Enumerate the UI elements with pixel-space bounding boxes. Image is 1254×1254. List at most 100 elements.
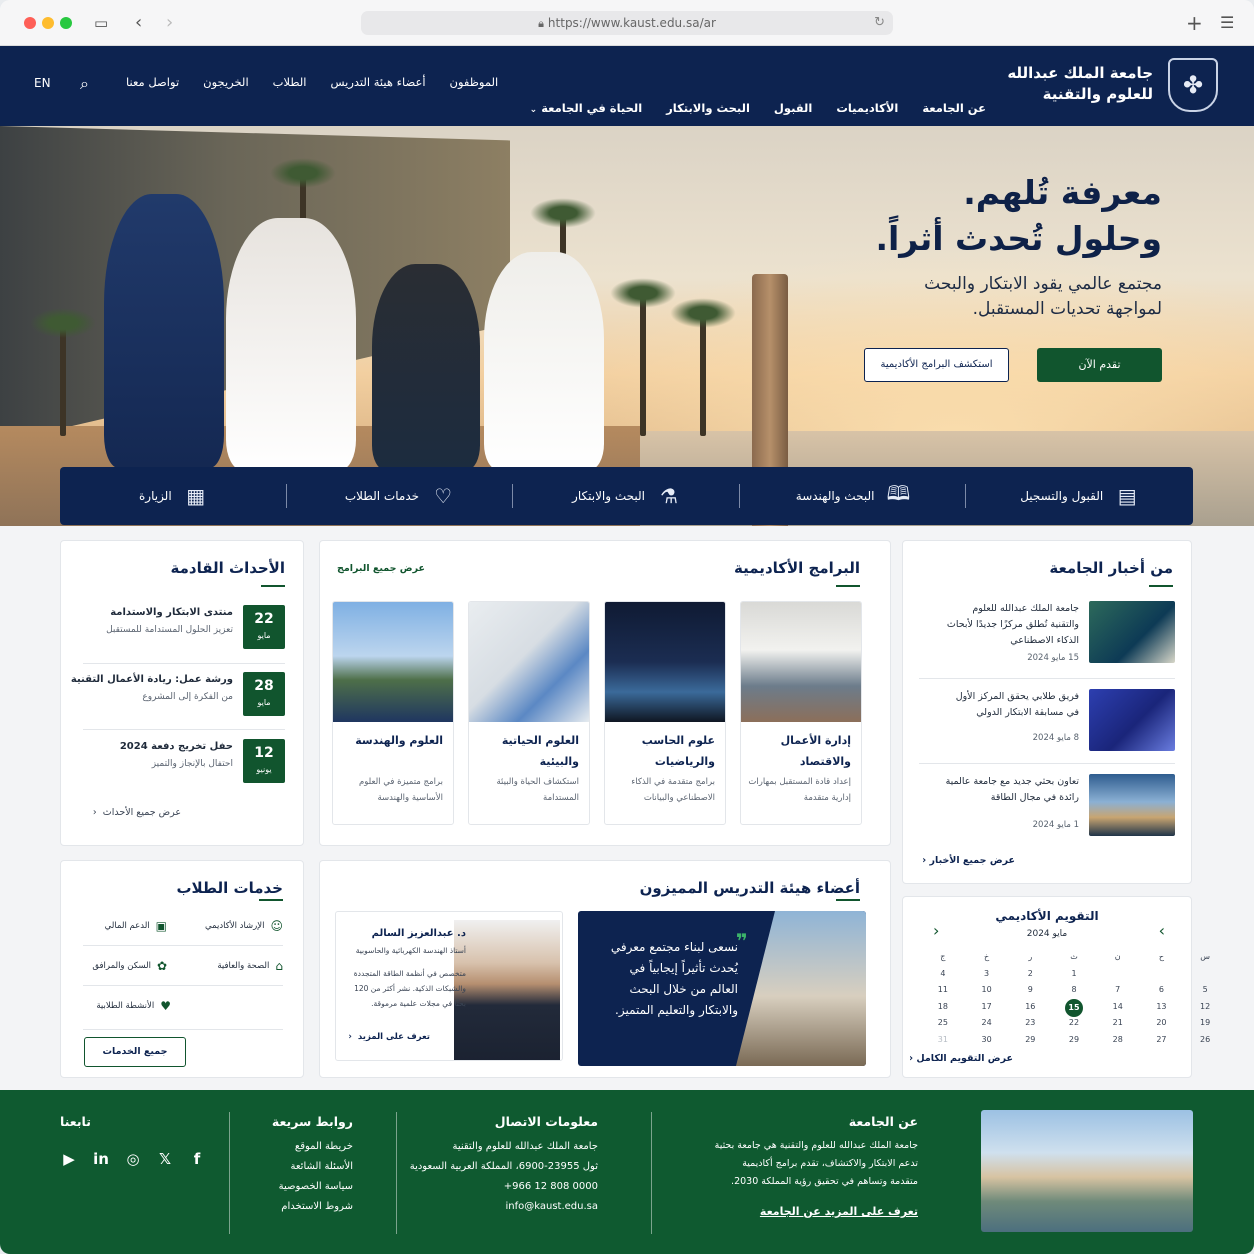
calendar-day[interactable]: 7 — [1096, 982, 1140, 999]
calendar-day[interactable]: 2 — [1008, 966, 1052, 983]
calendar-day[interactable]: 19 — [1183, 1015, 1227, 1032]
calendar-day[interactable]: 3 — [965, 966, 1009, 983]
language-switch[interactable]: EN — [34, 76, 51, 90]
university-logo[interactable]: ✤ — [1168, 58, 1218, 112]
footer-contact-phone[interactable]: +966 12 808 0000 — [410, 1177, 598, 1197]
brand-name[interactable]: جامعة الملك عبدالله للعلوم والتقنية — [963, 63, 1153, 105]
maximize-window-button[interactable] — [60, 17, 72, 29]
instagram-icon[interactable]: ◎ — [124, 1150, 142, 1168]
view-all-events-link[interactable]: عرض جميع الأحداث ‹ — [93, 807, 181, 818]
view-all-programs-link[interactable]: عرض جميع البرامج — [337, 563, 425, 574]
calendar-day[interactable]: 1 — [1052, 966, 1096, 983]
calendar-day[interactable]: 29 — [1052, 1032, 1096, 1049]
footer-contact-email[interactable]: info@kaust.edu.sa — [410, 1197, 599, 1217]
footer-link-sitemap[interactable]: خريطة الموقع — [279, 1137, 353, 1157]
faculty-profile[interactable]: د. عبدالعزيز السالم أستاذ الهندسة الكهرب… — [335, 911, 563, 1061]
calendar-day[interactable]: 22 — [1052, 1015, 1096, 1032]
footer-link-faq[interactable]: الأسئلة الشائعة — [279, 1157, 354, 1177]
calendar-day[interactable]: 31 — [921, 1032, 965, 1049]
calendar-day[interactable]: 5 — [1183, 982, 1227, 999]
event-item[interactable]: 28 مايو ورشة عمل: ريادة الأعمال التقنية … — [71, 672, 285, 722]
linkedin-icon[interactable]: in — [92, 1150, 110, 1168]
calendar-day[interactable]: 21 — [1096, 1015, 1140, 1032]
program-card[interactable]: العلوم والهندسة برامج متميزة في العلوم ا… — [332, 601, 454, 825]
calendar-day[interactable]: 10 — [965, 982, 1009, 999]
program-card[interactable]: العلوم الحياتية والبيئية استكشاف الحياة … — [468, 601, 590, 825]
news-item[interactable]: جامعة الملك عبدالله للعلوم والتقنية تُطل… — [919, 601, 1175, 667]
service-health[interactable]: ⌂ الصحة والعافية — [217, 959, 283, 973]
footer-link-privacy[interactable]: سياسة الخصوصية — [279, 1177, 353, 1197]
service-financial[interactable]: ▣ الدعم المالي — [105, 919, 167, 933]
service-housing[interactable]: ✿ السكن والمرافق — [92, 959, 167, 973]
calendar-day[interactable]: 26 — [1183, 1032, 1227, 1049]
calendar-day[interactable]: 28 — [1096, 1032, 1140, 1049]
x-icon[interactable]: 𝕏 — [156, 1150, 174, 1168]
calendar-day[interactable]: 16 — [1008, 999, 1052, 1016]
reload-icon[interactable]: ↻ — [874, 11, 885, 35]
service-advising[interactable]: ☺ الإرشاد الأكاديمي — [205, 919, 283, 933]
calendar-day[interactable]: 25 — [921, 1015, 965, 1032]
calendar-day[interactable]: 15 — [1052, 998, 1096, 1017]
sidebar-toggle-icon[interactable]: ▭ — [94, 12, 108, 34]
nav-admissions[interactable]: القبول — [774, 101, 812, 115]
news-item[interactable]: تعاون بحثي جديد مع جامعة عالمية رائدة في… — [919, 774, 1175, 840]
calendar-day[interactable]: 27 — [1140, 1032, 1184, 1049]
prev-month-icon[interactable]: ‹ — [933, 921, 939, 940]
calendar-day[interactable]: 18 — [921, 999, 965, 1016]
program-card[interactable]: علوم الحاسب والرياضيات برامج متقدمة في ا… — [604, 601, 726, 825]
calendar-day[interactable]: 23 — [1008, 1015, 1052, 1032]
quick-link-admissions[interactable]: ▤ القبول والتسجيل — [966, 467, 1193, 525]
quick-link-visit[interactable]: ▦ الزيارة — [60, 467, 287, 525]
calendar-day[interactable]: 8 — [1052, 982, 1096, 999]
event-title: حفل تخريج دفعة 2024 — [119, 741, 233, 752]
event-item[interactable]: 12 يونيو حفل تخريج دفعة 2024 احتفال بالإ… — [85, 739, 285, 789]
top-link-staff[interactable]: الموظفون — [450, 75, 499, 89]
top-link-students[interactable]: الطلاب — [273, 75, 307, 89]
search-icon[interactable]: ⌕ — [80, 74, 89, 94]
program-card[interactable]: إدارة الأعمال والاقتصاد إعداد قادة المست… — [740, 601, 862, 825]
view-all-news-link[interactable]: عرض جميع الأخبار ‹ — [922, 855, 1015, 866]
top-link-contact[interactable]: تواصل معنا — [126, 75, 179, 89]
footer-link-terms[interactable]: شروط الاستخدام — [279, 1197, 353, 1217]
calendar-day[interactable]: 11 — [921, 982, 965, 999]
news-item[interactable]: فريق طلابي يحقق المركز الأول في مسابقة ا… — [919, 689, 1175, 755]
youtube-icon[interactable]: ▶ — [60, 1150, 78, 1168]
minimize-window-button[interactable] — [42, 17, 54, 29]
nav-about[interactable]: عن الجامعة — [922, 101, 986, 115]
calendar-day[interactable]: 24 — [965, 1015, 1009, 1032]
full-calendar-link[interactable]: عرض التقويم الكامل ‹ — [909, 1053, 1013, 1064]
next-month-icon[interactable]: › — [1159, 921, 1165, 940]
calendar-day[interactable]: 13 — [1140, 999, 1184, 1016]
top-link-alumni[interactable]: الخريجون — [203, 75, 248, 89]
calendar-day[interactable]: 6 — [1140, 982, 1184, 999]
calendar-day[interactable]: 4 — [921, 966, 965, 983]
calendar-day[interactable]: 9 — [1008, 982, 1052, 999]
event-item[interactable]: 22 مايو منتدى الابتكار والاستدامة تعزيز … — [85, 605, 285, 655]
calendar-day[interactable]: 30 — [965, 1032, 1009, 1049]
faculty-more-link[interactable]: تعرف على المزيد ‹ — [348, 1032, 430, 1042]
calendar-day[interactable]: 29 — [1008, 1032, 1052, 1049]
nav-campus-life[interactable]: الحياة في الجامعة ⌄ — [530, 101, 643, 115]
calendar-day[interactable]: 14 — [1096, 999, 1140, 1016]
tab-overview-icon[interactable]: ☰ — [1220, 12, 1234, 34]
calendar-day[interactable]: 17 — [965, 999, 1009, 1016]
calendar-day[interactable]: 12 — [1183, 999, 1227, 1016]
new-tab-icon[interactable]: + — [1186, 12, 1203, 34]
footer-about-link[interactable]: تعرف على المزيد عن الجامعة — [760, 1202, 918, 1222]
address-bar[interactable]: 🔒︎ https://www.kaust.edu.sa/ar ↻ — [361, 11, 893, 35]
facebook-icon[interactable]: f — [188, 1150, 206, 1168]
quick-link-student-services[interactable]: ♡ خدمات الطلاب — [287, 467, 514, 525]
top-link-faculty[interactable]: أعضاء هيئة التدريس — [330, 75, 425, 89]
service-activities[interactable]: ♥ الأنشطة الطلابية — [96, 999, 171, 1013]
explore-programs-button[interactable]: استكشف البرامج الأكاديمية — [864, 348, 1009, 382]
all-services-button[interactable]: جميع الخدمات — [84, 1037, 186, 1067]
apply-now-button[interactable]: تقدم الآن — [1037, 348, 1162, 382]
quick-link-research-innovation[interactable]: ⚗︎ البحث والابتكار — [513, 467, 740, 525]
back-icon[interactable]: ‹ — [135, 12, 142, 34]
quick-link-research-engineering[interactable]: 🕮︎ البحث والهندسة — [740, 467, 967, 525]
forward-icon[interactable]: › — [166, 12, 173, 34]
nav-research[interactable]: البحث والابتكار — [666, 101, 750, 115]
nav-academics[interactable]: الأكاديميات — [836, 101, 898, 115]
close-window-button[interactable] — [24, 17, 36, 29]
calendar-day[interactable]: 20 — [1140, 1015, 1184, 1032]
